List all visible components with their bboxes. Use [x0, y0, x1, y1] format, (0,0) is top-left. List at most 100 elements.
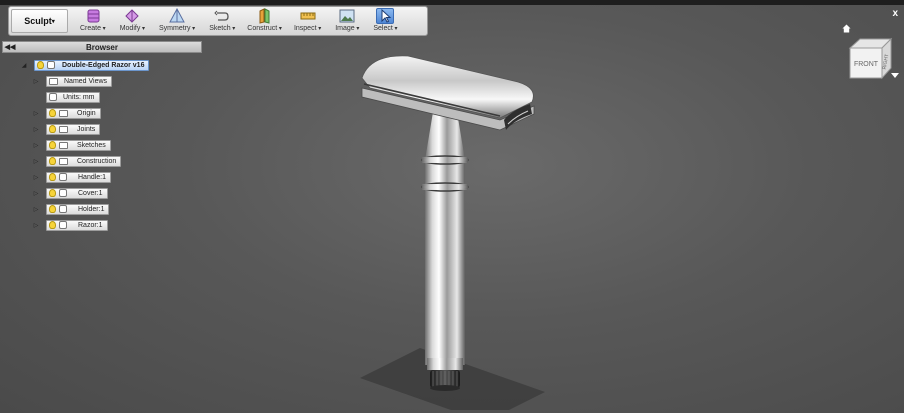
create-icon [84, 8, 102, 24]
tree-item-handle[interactable]: ▷ Handle:1 [32, 171, 112, 183]
root-component-label: Double-Edged Razor v16 [62, 61, 145, 69]
tree-item-units[interactable]: Units: mm [46, 91, 100, 103]
modify-label: Modify [120, 25, 145, 32]
view-cube-menu-icon[interactable] [891, 73, 899, 79]
tree-item-label: Joints [77, 125, 96, 133]
view-cube[interactable]: FRONT RIGHT [846, 36, 894, 82]
tree-item-label: Razor:1 [78, 221, 103, 229]
visibility-bulb-icon[interactable] [49, 125, 56, 133]
tree-chip: Handle:1 [46, 171, 112, 183]
view-cube-front-label: FRONT [854, 61, 879, 68]
root-component-chip[interactable]: Double-Edged Razor v16 [34, 59, 150, 71]
ruler-icon [299, 8, 317, 24]
sketch-icon [213, 8, 231, 24]
tree-item-holder[interactable]: ▷ Holder:1 [32, 203, 110, 215]
collapse-browser-icon[interactable]: ◀◀ [3, 43, 17, 51]
tree-chip: Joints [46, 123, 101, 135]
handle-collar [427, 358, 463, 370]
tree-item-cover[interactable]: ▷ Cover:1 [32, 187, 108, 199]
component-icon [47, 61, 55, 69]
tree-chip: Origin [46, 107, 101, 119]
folder-icon [49, 77, 58, 85]
expand-arrow-icon[interactable]: ▷ [32, 126, 40, 133]
component-icon [59, 221, 67, 229]
expand-arrow-icon[interactable]: ▷ [32, 158, 40, 165]
symmetry-menu[interactable]: Symmetry [157, 7, 197, 35]
visibility-bulb-icon[interactable] [49, 221, 56, 229]
title-strip [0, 0, 904, 5]
handle-ring-band [422, 157, 468, 163]
tree-item-label: Cover:1 [78, 189, 103, 197]
create-menu[interactable]: Create [78, 7, 108, 35]
tree-item-razor[interactable]: ▷ Razor:1 [32, 219, 108, 231]
folder-icon [59, 109, 68, 117]
folder-icon [59, 125, 68, 133]
image-icon [338, 8, 356, 24]
tree-item-label: Named Views [64, 77, 108, 85]
folder-icon [59, 157, 68, 165]
expand-arrow-icon[interactable]: ◢ [20, 62, 28, 69]
visibility-bulb-icon[interactable] [49, 141, 56, 149]
modify-menu[interactable]: Modify [118, 7, 147, 35]
expand-arrow-icon[interactable]: ▷ [32, 174, 40, 181]
tree-root[interactable]: ◢ Double-Edged Razor v16 [20, 59, 150, 71]
browser-title: Browser [85, 42, 118, 52]
workspace-switcher[interactable]: Sculpt ▾ [11, 9, 68, 33]
tree-item-label: Holder:1 [78, 205, 105, 213]
image-menu[interactable]: Image [333, 7, 361, 35]
visibility-bulb-icon[interactable] [49, 157, 56, 165]
workspace-label: Sculpt [24, 16, 52, 26]
sketch-menu[interactable]: Sketch [207, 7, 237, 35]
expand-arrow-icon[interactable]: ▷ [32, 190, 40, 197]
construct-menu[interactable]: Construct [245, 7, 284, 35]
tree-chip: Construction [46, 155, 122, 167]
inspect-label: Inspect [294, 25, 321, 32]
sketch-label: Sketch [209, 25, 235, 32]
home-icon[interactable] [842, 24, 851, 33]
symmetry-icon [168, 8, 186, 24]
tree-item-label: Units: mm [63, 93, 95, 101]
symmetry-label: Symmetry [159, 25, 195, 32]
expand-arrow-icon[interactable]: ▷ [32, 142, 40, 149]
tree-item-sketches[interactable]: ▷ Sketches [32, 139, 111, 151]
select-menu[interactable]: Select [371, 7, 399, 35]
tree-chip: Units: mm [46, 91, 100, 103]
construct-label: Construct [247, 25, 282, 32]
tree-item-joints[interactable]: ▷ Joints [32, 123, 101, 135]
visibility-bulb-icon[interactable] [49, 109, 56, 117]
modify-icon [123, 8, 141, 24]
tree-chip: Named Views [46, 75, 113, 87]
expand-arrow-icon[interactable]: ▷ [32, 78, 40, 85]
tree-chip: Holder:1 [46, 203, 110, 215]
tree-item-named-views[interactable]: ▷ Named Views [32, 75, 113, 87]
component-icon [59, 189, 67, 197]
expand-arrow-icon[interactable]: ▷ [32, 206, 40, 213]
visibility-bulb-icon[interactable] [37, 61, 44, 69]
tree-item-label: Sketches [77, 141, 106, 149]
visibility-bulb-icon[interactable] [49, 173, 56, 181]
tree-chip: Cover:1 [46, 187, 108, 199]
image-label: Image [335, 25, 359, 32]
cursor-icon [376, 8, 395, 24]
knob-base [430, 385, 460, 391]
visibility-bulb-icon[interactable] [49, 189, 56, 197]
tree-chip: Razor:1 [46, 219, 108, 231]
tree-item-label: Construction [77, 157, 117, 165]
handle-ring-band [422, 184, 468, 190]
tree-item-construction[interactable]: ▷ Construction [32, 155, 122, 167]
model-viewport[interactable] [300, 40, 630, 410]
expand-arrow-icon[interactable]: ▷ [32, 110, 40, 117]
close-button[interactable]: x [892, 8, 898, 19]
create-label: Create [80, 25, 106, 32]
document-icon [49, 93, 57, 101]
visibility-bulb-icon[interactable] [49, 205, 56, 213]
select-label: Select [373, 25, 397, 32]
expand-arrow-icon[interactable]: ▷ [32, 222, 40, 229]
component-icon [59, 205, 67, 213]
tree-chip: Sketches [46, 139, 111, 151]
inspect-menu[interactable]: Inspect [292, 7, 323, 35]
tree-item-label: Handle:1 [78, 173, 107, 181]
construct-icon [256, 8, 274, 24]
component-icon [59, 173, 67, 181]
tree-item-origin[interactable]: ▷ Origin [32, 107, 101, 119]
